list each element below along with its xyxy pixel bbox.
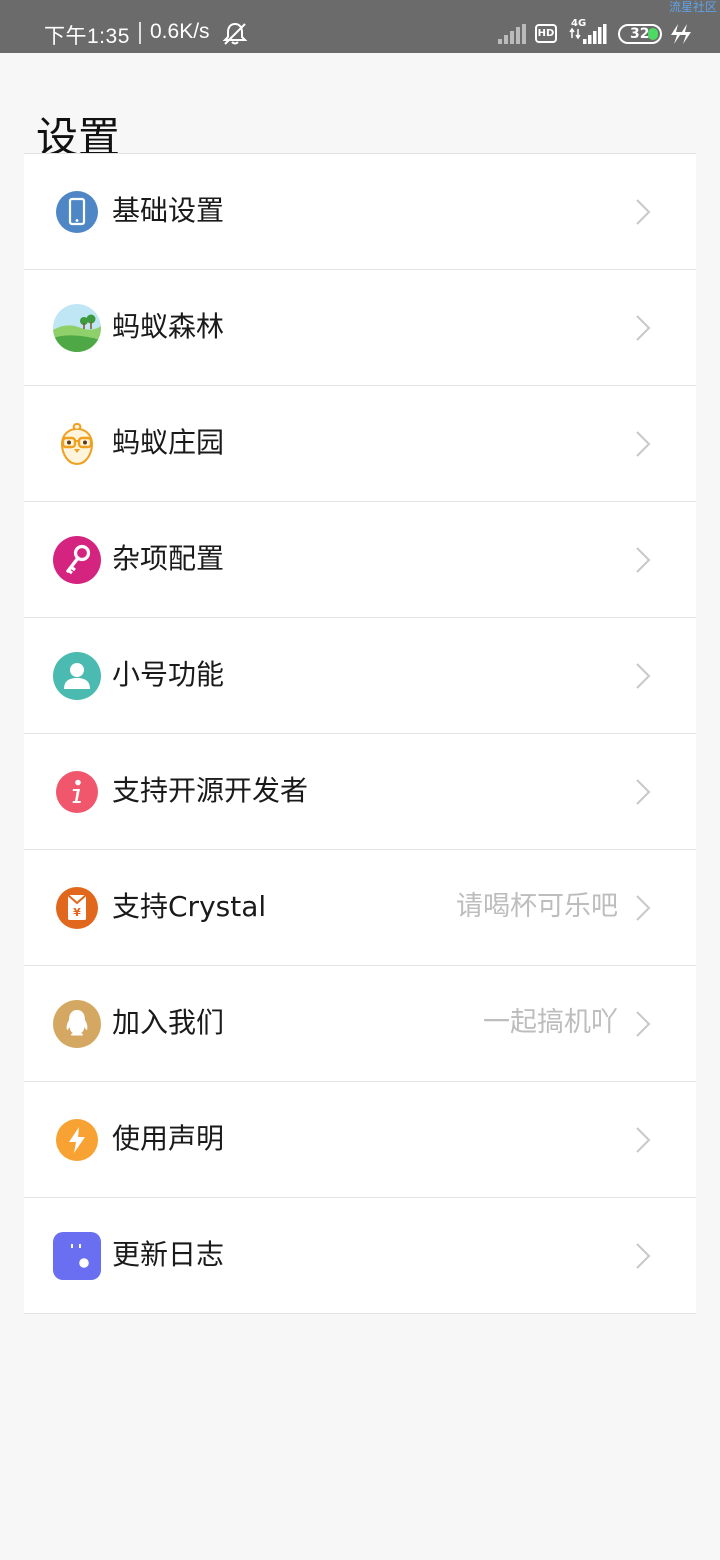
setting-row-join-us[interactable]: 加入我们 一起搞机吖: [24, 966, 696, 1082]
hd-badge: HD: [535, 24, 557, 43]
status-bar: 下午1:35 0.6K/s HD 4G 32 流星社区: [0, 0, 720, 53]
forest-icon: [53, 304, 101, 352]
status-net-speed: 0.6K/s: [150, 20, 210, 43]
user-icon: [53, 652, 101, 700]
setting-label: 支持开源开发者: [112, 774, 309, 807]
setting-row-misc[interactable]: 杂项配置: [24, 502, 696, 618]
chevron-right-icon: [636, 547, 651, 573]
key-icon: [53, 536, 101, 584]
setting-label: 支持Crystal: [112, 890, 267, 923]
chick-icon: [60, 422, 94, 466]
setting-row-alt-account[interactable]: 小号功能: [24, 618, 696, 734]
battery-icon: 32: [618, 24, 662, 44]
setting-label: 杂项配置: [112, 542, 225, 575]
chevron-right-icon: [636, 315, 651, 341]
phone-icon: [56, 191, 98, 233]
setting-hint: 一起搞机吖: [483, 1007, 618, 1038]
charging-icon: [671, 24, 691, 44]
setting-hint: 请喝杯可乐吧: [456, 891, 618, 922]
settings-list: 基础设置 蚂蚁森林 蚂蚁庄园 杂项配置 小号功能 支持开源开发者 ¥ 支持Cry…: [24, 153, 696, 1314]
status-divider: [139, 22, 141, 44]
setting-row-forest[interactable]: 蚂蚁森林: [24, 270, 696, 386]
setting-label: 蚂蚁森林: [112, 310, 225, 343]
setting-row-support-crystal[interactable]: ¥ 支持Crystal 请喝杯可乐吧: [24, 850, 696, 966]
chevron-right-icon: [636, 779, 651, 805]
chevron-right-icon: [636, 895, 651, 921]
setting-label: 蚂蚁庄园: [112, 426, 225, 459]
chevron-right-icon: [636, 1243, 651, 1269]
info-icon: [56, 771, 98, 813]
lightning-icon: [56, 1119, 98, 1161]
battery-fill: [648, 28, 658, 40]
qq-icon: [53, 1000, 101, 1048]
setting-label: 使用声明: [112, 1122, 225, 1155]
setting-row-changelog[interactable]: 更新日志: [24, 1198, 696, 1314]
red-envelope-icon: ¥: [56, 887, 98, 929]
setting-label: 更新日志: [112, 1238, 225, 1271]
setting-row-basic[interactable]: 基础设置: [24, 154, 696, 270]
setting-row-support-opensource[interactable]: 支持开源开发者: [24, 734, 696, 850]
chevron-right-icon: [636, 431, 651, 457]
log-icon: [53, 1232, 101, 1280]
signal-4g-icon: [569, 24, 607, 44]
battery-level: 32: [630, 26, 650, 42]
watermark: 流星社区: [669, 0, 718, 14]
chevron-right-icon: [636, 1011, 651, 1037]
setting-row-disclaimer[interactable]: 使用声明: [24, 1082, 696, 1198]
chevron-right-icon: [636, 663, 651, 689]
setting-label: 加入我们: [112, 1006, 225, 1039]
setting-label: 小号功能: [112, 658, 225, 691]
status-time: 下午1:35: [44, 25, 130, 48]
mute-bell-icon: [222, 22, 248, 45]
svg-text:¥: ¥: [73, 906, 81, 919]
chevron-right-icon: [636, 1127, 651, 1153]
signal-icon: [498, 24, 526, 44]
setting-label: 基础设置: [112, 194, 225, 227]
setting-row-farm[interactable]: 蚂蚁庄园: [24, 386, 696, 502]
chevron-right-icon: [636, 199, 651, 225]
